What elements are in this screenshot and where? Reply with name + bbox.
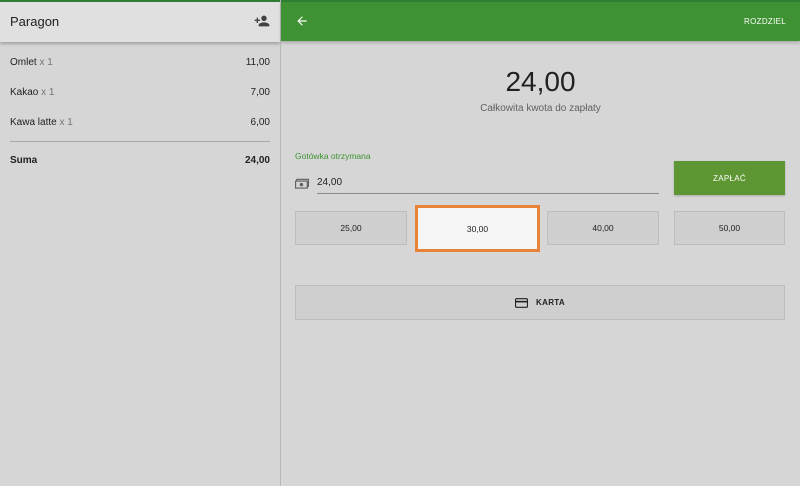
card-payment-label: KARTA [536, 298, 565, 307]
total-caption: Całkowita kwota do zapłaty [480, 103, 601, 114]
item-name: Omlet [10, 57, 37, 68]
item-price: 11,00 [245, 57, 270, 68]
sum-value: 24,00 [244, 155, 270, 166]
sum-label: Suma [10, 155, 38, 166]
cash-received-label: Gotówka otrzymana [295, 151, 371, 161]
quick-amount-button[interactable]: 25,00 [295, 211, 407, 245]
item-quantity: x 1 [41, 87, 55, 98]
quick-amount-button[interactable]: 50,00 [674, 211, 785, 245]
item-name: Kawa latte [10, 117, 57, 128]
item-price: 6,00 [250, 117, 270, 128]
pay-button[interactable]: ZAPŁAĆ [674, 161, 785, 195]
receipt-panel: Paragon Omlet x 1 11,00 Kakao x 1 7,00 K… [0, 0, 280, 486]
item-price: 7,00 [250, 87, 270, 98]
receipt-item[interactable]: Omlet x 1 11,00 [10, 57, 270, 73]
quick-amount-button[interactable]: 40,00 [547, 211, 659, 245]
cash-icon [295, 178, 309, 189]
arrow-back-icon[interactable] [295, 14, 309, 28]
receipt-divider [10, 141, 270, 142]
credit-card-icon [515, 297, 529, 308]
total-amount: 24,00 [505, 66, 576, 97]
cash-received-input[interactable] [317, 172, 659, 194]
receipt-item[interactable]: Kawa latte x 1 6,00 [10, 117, 270, 133]
item-quantity: x 1 [59, 117, 73, 128]
person-add-icon[interactable] [254, 13, 270, 29]
receipt-sum: Suma 24,00 [10, 155, 270, 166]
card-payment-button[interactable]: KARTA [295, 285, 785, 320]
item-quantity: x 1 [39, 57, 53, 68]
item-name: Kakao [10, 87, 39, 98]
split-button[interactable]: ROZDZIEL [744, 17, 786, 26]
receipt-item[interactable]: Kakao x 1 7,00 [10, 87, 270, 103]
receipt-header: Paragon [0, 0, 280, 42]
quick-amount-button[interactable]: 30,00 [415, 205, 540, 252]
receipt-title: Paragon [10, 14, 60, 29]
payment-toolbar: ROZDZIEL [281, 0, 800, 41]
